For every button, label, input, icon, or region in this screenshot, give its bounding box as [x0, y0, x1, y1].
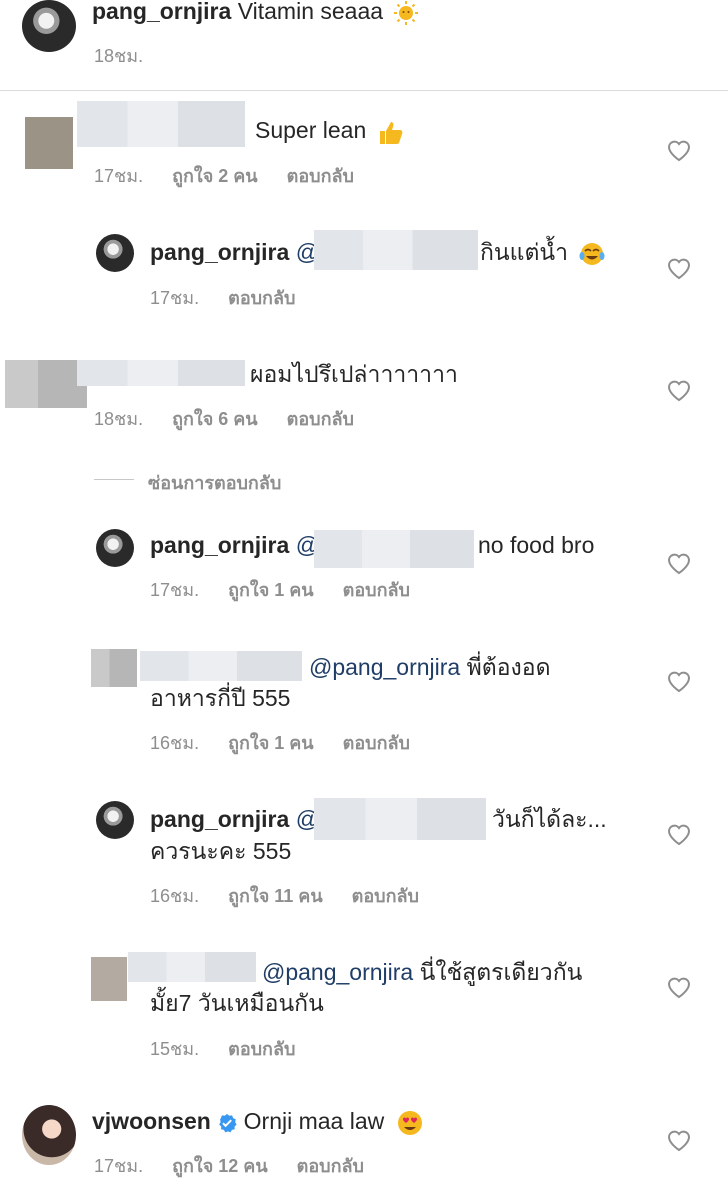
avatar[interactable] — [96, 529, 134, 567]
heart-icon[interactable] — [666, 974, 692, 1000]
thumbs-up-emoji — [379, 121, 403, 144]
reply-button[interactable]: ตอบกลับ — [228, 288, 295, 308]
comment-line: Super lean — [255, 115, 405, 146]
timestamp: 16ชม. — [150, 733, 200, 753]
heart-icon[interactable] — [666, 377, 692, 403]
mention[interactable]: @pang_ornjira — [262, 959, 413, 985]
divider — [0, 90, 728, 91]
comment-line: @pang_ornjira พี่ต้องอด — [309, 652, 551, 682]
reply-button[interactable]: ตอบกลับ — [287, 409, 354, 429]
comment-text: no food bro — [478, 532, 595, 558]
comment-meta: 15ชม. ตอบกลับ — [150, 1034, 319, 1063]
username[interactable]: pang_ornjira — [150, 532, 289, 558]
verified-badge-icon — [219, 1113, 237, 1133]
comment-meta: 18ชม. ถูกใจ 6 คน ตอบกลับ — [94, 404, 378, 433]
username[interactable]: pang_ornjira — [150, 239, 289, 265]
heart-icon[interactable] — [666, 255, 692, 281]
reply-button[interactable]: ตอบกลับ — [228, 1039, 295, 1059]
avatar[interactable] — [25, 117, 73, 169]
avatar[interactable] — [96, 234, 134, 272]
comment-text-line2: มั้ย7 วันเหมือนกัน — [150, 990, 324, 1016]
caption-line: pang_ornjira Vitamin seaaa — [92, 0, 419, 26]
comment-meta: 17ชม. ถูกใจ 1 คน ตอบกลับ — [150, 575, 434, 604]
avatar[interactable] — [22, 1105, 76, 1165]
heart-icon[interactable] — [666, 550, 692, 576]
blurred-mention — [314, 530, 474, 568]
tears-of-joy-emoji — [579, 242, 605, 265]
comment-text: ผอมไปรึเปล่าาาาาาา — [250, 361, 458, 387]
blurred-username — [77, 360, 245, 386]
comment-text: วันก็ได้ละ... — [492, 806, 607, 832]
avatar[interactable] — [91, 957, 127, 1001]
timestamp: 17ชม. — [94, 166, 144, 186]
comment-text: พี่ต้องอด — [466, 654, 551, 680]
likes-count[interactable]: ถูกใจ 2 คน — [172, 166, 258, 186]
caption-meta: 18ชม. — [94, 41, 167, 70]
timestamp: 15ชม. — [150, 1039, 200, 1059]
blurred-username — [140, 651, 302, 681]
avatar[interactable] — [5, 360, 87, 408]
likes-count[interactable]: ถูกใจ 1 คน — [228, 580, 314, 600]
timestamp: 18ชม. — [94, 46, 144, 66]
mention[interactable]: @pang_ornjira — [309, 654, 460, 680]
blurred-username — [77, 101, 245, 147]
timestamp: 17ชม. — [150, 580, 200, 600]
avatar[interactable] — [91, 649, 137, 687]
reply-button[interactable]: ตอบกลับ — [343, 733, 410, 753]
caption-text: Vitamin seaaa — [237, 0, 384, 24]
avatar[interactable] — [96, 801, 134, 839]
username[interactable]: vjwoonsen — [92, 1108, 211, 1134]
timestamp: 17ชม. — [94, 1156, 144, 1176]
username[interactable]: pang_ornjira — [92, 0, 231, 24]
reply-button[interactable]: ตอบกลับ — [287, 166, 354, 186]
likes-count[interactable]: ถูกใจ 12 คน — [172, 1156, 268, 1176]
comment-text-line2: ควรนะคะ 555 — [150, 838, 292, 864]
comment-line: vjwoonsen Ornji maa law — [92, 1106, 425, 1138]
comment-line: ผอมไปรึเปล่าาาาาาา — [250, 359, 458, 389]
heart-icon[interactable] — [666, 821, 692, 847]
timestamp: 16ชม. — [150, 886, 200, 906]
comment-text-line2: อาหารกี่ปี 555 — [150, 685, 291, 711]
comment-meta: 17ชม. ถูกใจ 12 คน ตอบกลับ — [94, 1151, 388, 1180]
timestamp: 17ชม. — [150, 288, 200, 308]
heart-icon[interactable] — [666, 137, 692, 163]
blurred-mention — [314, 798, 486, 840]
hide-replies-button[interactable]: ซ่อนการตอบกลับ — [148, 468, 281, 497]
timestamp: 18ชม. — [94, 409, 144, 429]
sun-emoji — [394, 0, 419, 25]
blurred-mention — [314, 230, 478, 270]
comment-meta: 16ชม. ถูกใจ 1 คน ตอบกลับ — [150, 728, 434, 757]
comment-text: กินแต่น้ำ — [480, 237, 606, 268]
comment-text: นี่ใช้สูตรเดียวกัน — [419, 959, 583, 985]
comment-meta: 16ชม. ถูกใจ 11 คน ตอบกลับ — [150, 881, 443, 910]
blurred-username — [128, 952, 256, 982]
hide-replies-line — [94, 479, 134, 480]
comment-text: Ornji maa law — [243, 1108, 385, 1134]
heart-icon[interactable] — [666, 668, 692, 694]
likes-count[interactable]: ถูกใจ 11 คน — [228, 886, 323, 906]
comment-line: pang_ornjira @ — [150, 804, 319, 834]
comment-line: pang_ornjira @ — [150, 237, 319, 267]
username[interactable]: pang_ornjira — [150, 806, 289, 832]
reply-button[interactable]: ตอบกลับ — [352, 886, 419, 906]
likes-count[interactable]: ถูกใจ 6 คน — [172, 409, 258, 429]
comment-meta: 17ชม. ตอบกลับ — [150, 283, 319, 312]
reply-button[interactable]: ตอบกลับ — [343, 580, 410, 600]
heart-eyes-emoji — [397, 1110, 422, 1135]
heart-icon[interactable] — [666, 1127, 692, 1153]
comment-text: Super lean — [255, 117, 367, 143]
reply-button[interactable]: ตอบกลับ — [297, 1156, 364, 1176]
comment-line: pang_ornjira @ — [150, 530, 319, 560]
comment-line: @pang_ornjira นี่ใช้สูตรเดียวกัน — [262, 957, 582, 987]
avatar[interactable] — [22, 0, 76, 52]
likes-count[interactable]: ถูกใจ 1 คน — [228, 733, 314, 753]
comment-meta: 17ชม. ถูกใจ 2 คน ตอบกลับ — [94, 161, 378, 190]
